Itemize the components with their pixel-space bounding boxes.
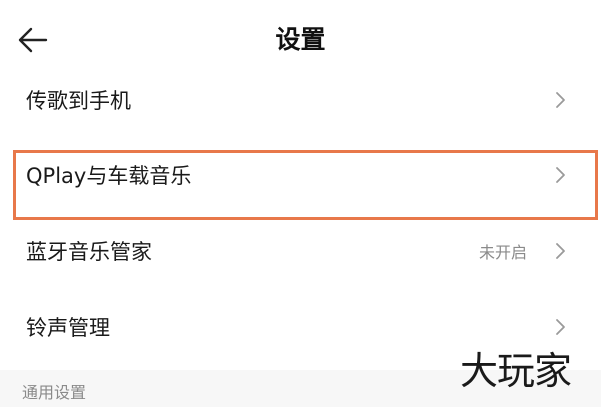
page-title: 设置 [275,25,326,54]
settings-item-bluetooth-manager[interactable]: 蓝牙音乐管家 未开启 [0,213,601,289]
watermark-logo: 大玩家 [460,349,572,393]
chevron-right-icon [553,242,567,260]
settings-item-label: 铃声管理 [26,316,110,340]
chevron-right-icon [553,318,567,336]
section-label: 通用设置 [22,383,87,402]
chevron-right-icon [553,91,567,109]
settings-item-label: QPlay与车载音乐 [26,164,192,188]
settings-item-transfer-songs[interactable]: 传歌到手机 [0,62,601,138]
chevron-right-icon [553,166,567,184]
settings-item-qplay[interactable]: QPlay与车载音乐 [0,137,601,213]
settings-page: 设置 传歌到手机 QPlay与车载音乐 蓝牙音乐管家 未开启 铃声管理 通用设置… [0,0,601,407]
settings-item-label: 蓝牙音乐管家 [26,240,152,264]
status-text: 未开启 [478,243,527,262]
settings-item-label: 传歌到手机 [26,89,131,113]
